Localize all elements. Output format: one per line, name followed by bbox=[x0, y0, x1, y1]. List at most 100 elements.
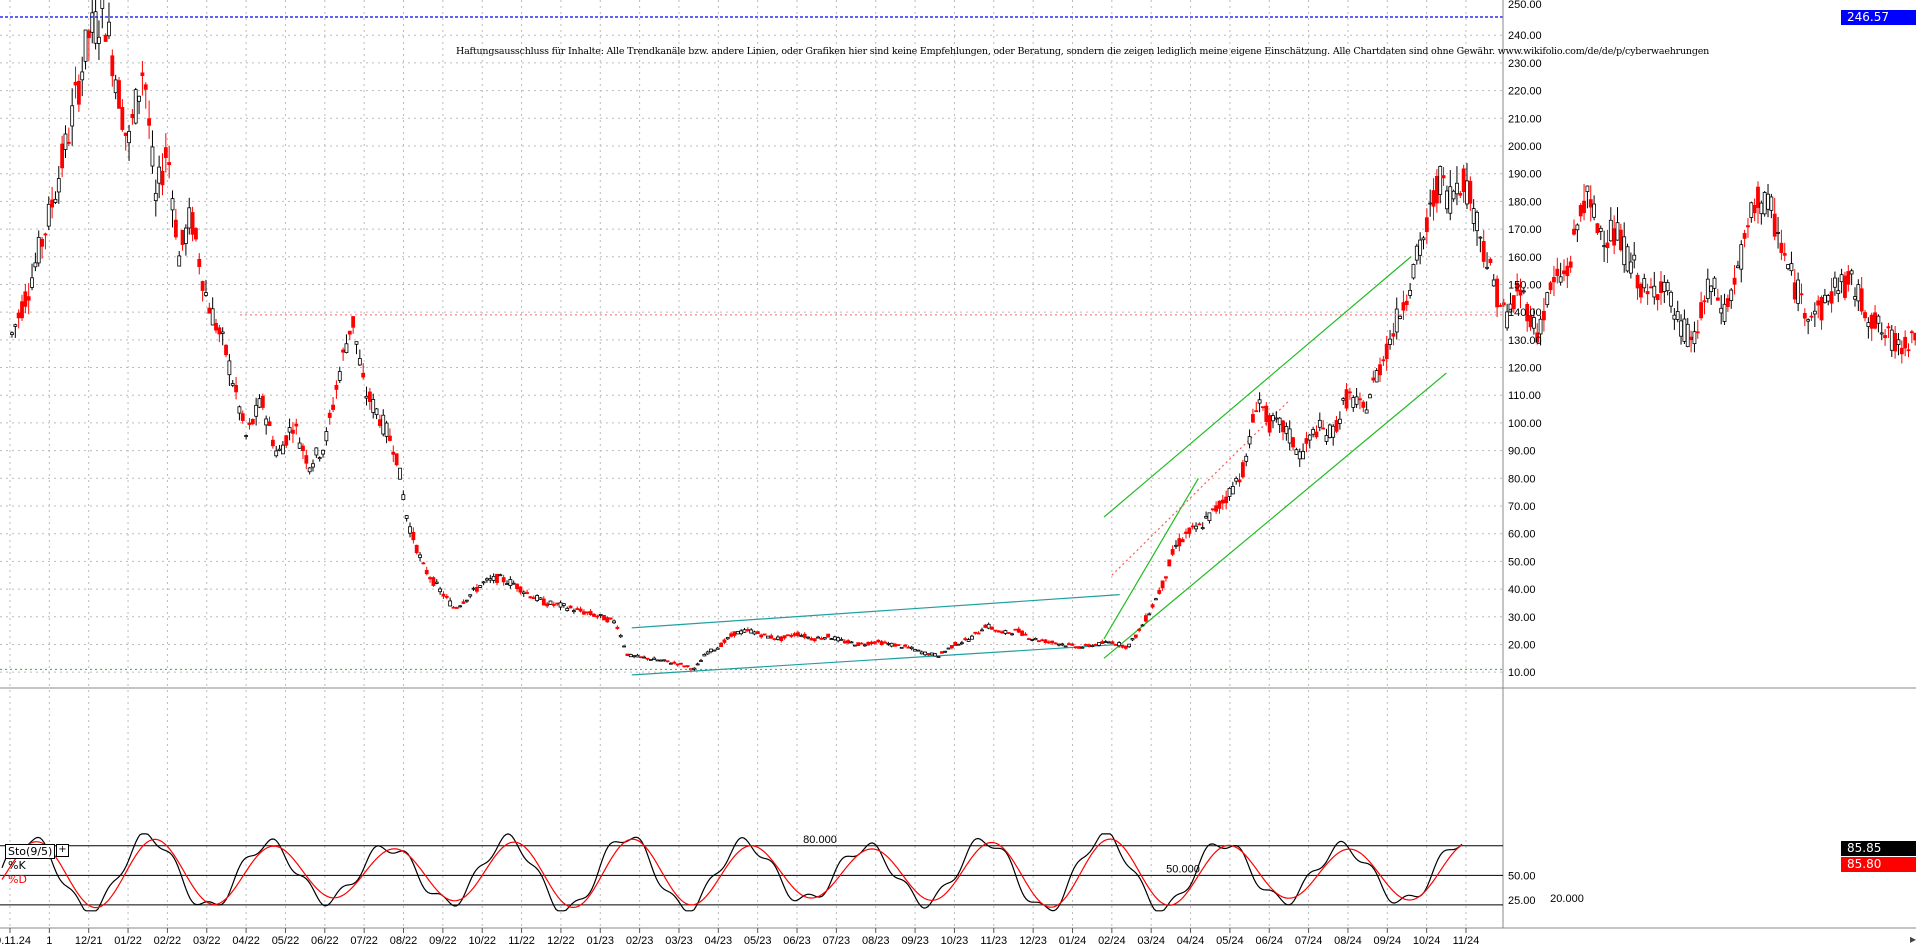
candle-body bbox=[361, 372, 366, 378]
candle-body bbox=[1083, 644, 1088, 646]
candle-body bbox=[628, 654, 633, 658]
candle-body bbox=[1200, 527, 1205, 529]
candle-body bbox=[1364, 409, 1369, 414]
candle-body bbox=[658, 659, 663, 662]
candle-body bbox=[852, 644, 857, 647]
candle-body bbox=[1572, 228, 1576, 235]
x-tick-label: 1 bbox=[46, 935, 52, 947]
y-tick-label: 250.00 bbox=[1508, 0, 1542, 11]
scroll-right-icon[interactable]: ▸ bbox=[1910, 932, 1916, 946]
candle-body bbox=[1100, 641, 1105, 644]
candle-body bbox=[260, 395, 265, 408]
candle-body bbox=[270, 439, 275, 447]
candle-body bbox=[334, 384, 339, 390]
candle-body bbox=[976, 632, 981, 635]
candle-body bbox=[133, 89, 138, 124]
candle-body bbox=[401, 494, 406, 500]
candle-body bbox=[766, 635, 770, 639]
candle-body bbox=[842, 640, 847, 644]
stoch-level-label: 20.000 bbox=[1550, 893, 1584, 905]
candle-body bbox=[1562, 270, 1566, 275]
candle-body bbox=[384, 422, 389, 437]
candle-body bbox=[1772, 213, 1777, 237]
candle-body bbox=[719, 642, 723, 647]
candle-body bbox=[461, 601, 466, 604]
candle-body bbox=[665, 660, 670, 663]
candle-body bbox=[1374, 370, 1379, 383]
x-tick-label: 12/23 bbox=[1019, 935, 1047, 947]
indicator-title[interactable]: Sto(9/5) bbox=[5, 844, 56, 859]
candle-body bbox=[511, 582, 516, 585]
candle-body bbox=[1006, 632, 1011, 634]
candle-body bbox=[618, 635, 623, 638]
candle-body bbox=[1478, 236, 1483, 239]
candle-body bbox=[1736, 265, 1740, 269]
candle-body bbox=[1207, 512, 1212, 521]
candle-body bbox=[1321, 427, 1326, 430]
candle-body bbox=[538, 597, 543, 600]
x-tick-label: 01/22 bbox=[114, 935, 142, 947]
y-tick-label: 220.00 bbox=[1508, 86, 1542, 98]
candle-body bbox=[755, 631, 760, 635]
x-tick-label: 09/24 bbox=[1374, 935, 1402, 947]
candle-body bbox=[612, 620, 616, 624]
y-tick-label: 50.00 bbox=[1508, 556, 1536, 568]
candle-body bbox=[120, 107, 125, 130]
candle-body bbox=[367, 391, 372, 402]
candle-body bbox=[578, 608, 583, 612]
candle-body bbox=[1792, 282, 1797, 300]
candle-body bbox=[685, 665, 690, 668]
candle-body bbox=[1799, 293, 1804, 296]
candle-body bbox=[822, 637, 827, 640]
candle-body bbox=[36, 237, 41, 264]
candle-body bbox=[1843, 275, 1847, 298]
candle-body bbox=[642, 656, 647, 659]
candle-body bbox=[441, 593, 446, 597]
candle-body bbox=[1705, 278, 1710, 299]
candle-body bbox=[859, 642, 864, 645]
candle-body bbox=[1879, 332, 1884, 335]
candle-body bbox=[725, 637, 730, 640]
candle-body bbox=[856, 642, 861, 646]
candle-body bbox=[1140, 624, 1145, 627]
indicator-expand-button[interactable]: + bbox=[56, 844, 69, 857]
candle-body bbox=[1448, 186, 1453, 214]
candle-body bbox=[16, 312, 21, 319]
candle-body bbox=[167, 162, 172, 166]
candle-body bbox=[1866, 322, 1871, 327]
candle-body bbox=[1010, 633, 1014, 636]
candle-body bbox=[163, 147, 168, 158]
candle-body bbox=[347, 330, 352, 335]
candle-body bbox=[1421, 237, 1426, 241]
candle-body bbox=[444, 595, 449, 598]
candle-body bbox=[735, 631, 740, 635]
candle-body bbox=[1107, 641, 1111, 644]
candle-body bbox=[1725, 298, 1730, 307]
candle-body bbox=[170, 198, 175, 211]
candle-body bbox=[1147, 613, 1152, 616]
candle-body bbox=[1020, 630, 1025, 636]
candle-body bbox=[485, 578, 489, 581]
candle-body bbox=[257, 398, 262, 408]
y-tick-label: 60.00 bbox=[1508, 529, 1536, 541]
candle-body bbox=[1595, 223, 1600, 234]
candle-body bbox=[1578, 205, 1583, 217]
candle-body bbox=[909, 646, 914, 650]
candle-body bbox=[1251, 414, 1255, 423]
candle-body bbox=[341, 349, 346, 353]
candle-body bbox=[829, 638, 834, 640]
candle-body bbox=[939, 651, 944, 654]
candle-body bbox=[1692, 331, 1697, 345]
candle-body bbox=[307, 467, 312, 473]
stoch-tick-label: 50.00 bbox=[1508, 870, 1536, 882]
candle-body bbox=[1274, 417, 1279, 420]
candle-body bbox=[1113, 644, 1118, 646]
candle-body bbox=[1348, 391, 1352, 394]
candle-body bbox=[953, 641, 958, 646]
candle-body bbox=[1378, 364, 1382, 376]
candle-body bbox=[1612, 228, 1617, 246]
candle-body bbox=[1123, 645, 1128, 649]
candle-body bbox=[923, 651, 928, 656]
candle-body bbox=[1230, 485, 1235, 495]
candle-body bbox=[1277, 417, 1282, 426]
